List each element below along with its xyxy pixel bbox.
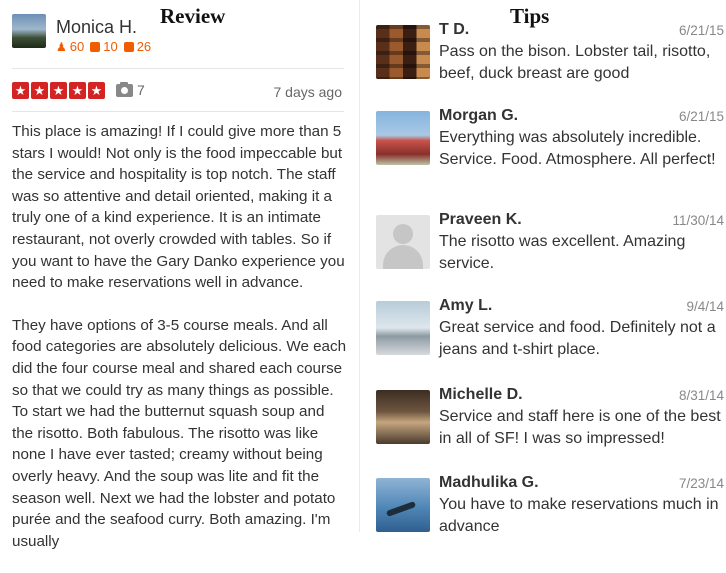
- review-panel: Monica H. ♟ 60 10 26 ★ ★ ★ ★ ★ 7 7 days …: [0, 0, 358, 550]
- review-photo-count: 7: [137, 82, 145, 98]
- photo-count-icon: [123, 41, 134, 52]
- camera-icon: [116, 81, 133, 97]
- tip-author[interactable]: Michelle D.: [439, 386, 523, 404]
- default-avatar-icon: [393, 224, 413, 244]
- tip-date: 8/31/14: [678, 388, 724, 403]
- divider: [12, 68, 344, 69]
- review-photos-link[interactable]: 7: [116, 81, 145, 98]
- tip-author[interactable]: T D.: [439, 21, 469, 39]
- tip-avatar[interactable]: [376, 390, 430, 444]
- tip-avatar[interactable]: [376, 25, 430, 79]
- tip-date: 9/4/14: [686, 299, 724, 314]
- tip-date: 7/23/14: [678, 476, 724, 491]
- friends-count: 60: [69, 39, 85, 54]
- star-rating: ★ ★ ★ ★ ★: [12, 82, 105, 99]
- review-paragraph: They have options of 3-5 course meals. A…: [12, 316, 347, 550]
- tip-date: 6/21/15: [678, 109, 724, 124]
- star-icon: ★: [12, 82, 29, 99]
- reviews-stat: 10: [90, 39, 118, 54]
- tip-date: 6/21/15: [678, 23, 724, 38]
- tip-author[interactable]: Morgan G.: [439, 107, 518, 125]
- reviewer-avatar[interactable]: [12, 14, 46, 48]
- tip-text: Service and staff here is one of the bes…: [439, 408, 721, 447]
- photos-stat: 26: [123, 39, 152, 54]
- reviewer-name[interactable]: Monica H.: [56, 17, 137, 38]
- tip-avatar[interactable]: [376, 111, 430, 165]
- diver-figure: [385, 501, 417, 517]
- tip-author[interactable]: Praveen K.: [439, 211, 522, 229]
- divider: [12, 111, 344, 112]
- tip-text: You have to make reservations much in ad…: [439, 496, 719, 535]
- star-icon: ★: [50, 82, 67, 99]
- photos-count: 26: [136, 39, 152, 54]
- tips-heading: Tips: [510, 4, 550, 28]
- review-body: This place is amazing! If I could give m…: [12, 121, 348, 573]
- review-paragraph: This place is amazing! If I could give m…: [12, 123, 345, 292]
- tip-text: The risotto was excellent. Amazing servi…: [439, 233, 686, 272]
- review-date: 7 days ago: [273, 84, 343, 100]
- star-icon: ★: [31, 82, 48, 99]
- tip-author[interactable]: Madhulika G.: [439, 474, 539, 492]
- tip-avatar[interactable]: [376, 301, 430, 355]
- friends-stat: ♟ 60: [56, 39, 84, 54]
- star-icon: ★: [88, 82, 105, 99]
- tip-avatar[interactable]: [376, 215, 430, 269]
- column-divider: [359, 0, 360, 532]
- tip-author[interactable]: Amy L.: [439, 297, 492, 315]
- friends-icon: ♟: [56, 39, 67, 54]
- review-count-icon: [90, 41, 101, 52]
- star-icon: ★: [69, 82, 86, 99]
- tip-text: Great service and food. Definitely not a…: [439, 319, 716, 358]
- reviews-count: 10: [103, 39, 118, 54]
- tip-text: Pass on the bison. Lobster tail, risotto…: [439, 43, 711, 82]
- reviewer-stats: ♟ 60 10 26: [56, 39, 151, 54]
- tip-date: 11/30/14: [672, 213, 724, 228]
- tip-avatar[interactable]: [376, 478, 430, 532]
- tip-text: Everything was absolutely incredible. Se…: [439, 129, 716, 168]
- default-avatar-body: [383, 245, 423, 269]
